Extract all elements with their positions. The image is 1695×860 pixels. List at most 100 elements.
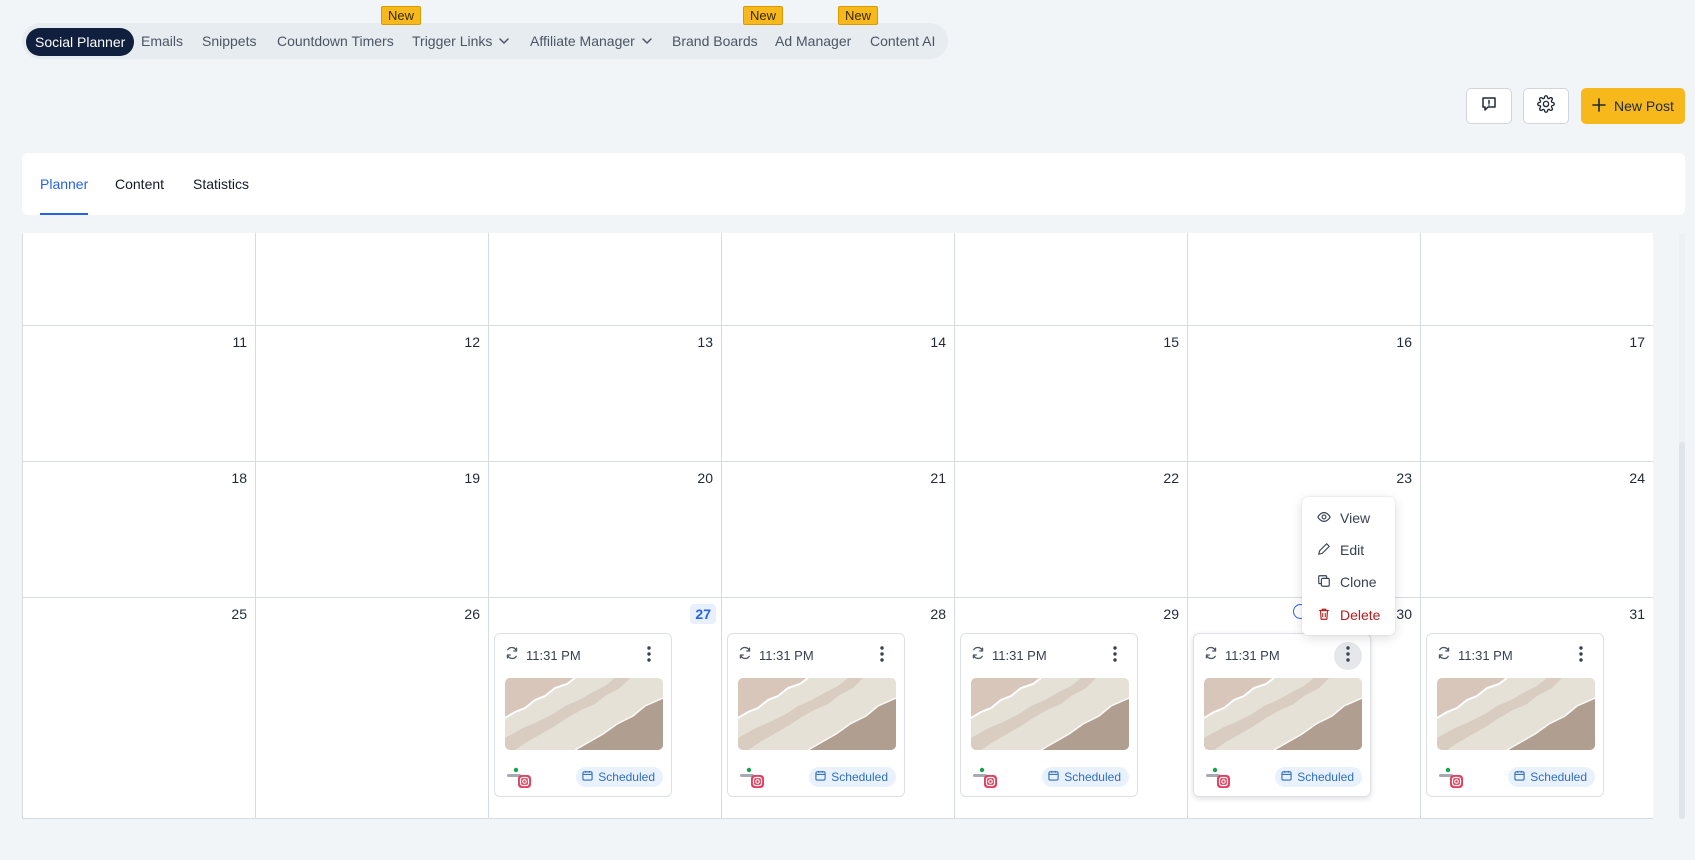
calendar-day-cell[interactable] xyxy=(722,233,955,325)
post-more-button[interactable] xyxy=(1334,642,1362,670)
day-number: 17 xyxy=(1629,334,1645,350)
recurring-icon xyxy=(1204,646,1218,665)
post-footer: Scheduled xyxy=(505,766,663,788)
status-badge: Scheduled xyxy=(1042,767,1129,787)
post-time: 11:31 PM xyxy=(759,648,814,663)
nav-affiliate-manager[interactable]: Affiliate Manager xyxy=(530,26,653,56)
nav-label: Ad Manager xyxy=(775,33,852,49)
calendar-day-cell[interactable]: 18 xyxy=(23,462,256,597)
tab-planner[interactable]: Planner xyxy=(40,153,89,215)
calendar-week: 18 19 20 21 22 23 24 xyxy=(23,462,1653,598)
post-card[interactable]: 11:31 PM Scheduled xyxy=(960,633,1138,797)
post-more-button[interactable] xyxy=(1567,642,1595,670)
post-card[interactable]: 11:31 PM Scheduled xyxy=(1426,633,1604,797)
day-number: 29 xyxy=(1163,606,1179,622)
more-vertical-icon xyxy=(880,645,884,667)
more-vertical-icon xyxy=(647,645,651,667)
calendar-day-cell[interactable]: 17 xyxy=(1421,326,1653,461)
menu-item-clone[interactable]: Clone xyxy=(1317,572,1377,592)
status-badge: Scheduled xyxy=(1275,767,1362,787)
calendar-day-cell[interactable]: 13 xyxy=(489,326,722,461)
nav-social-planner[interactable]: Social Planner xyxy=(26,28,135,56)
nav-countdown-timers[interactable]: Countdown Timers xyxy=(277,26,394,56)
calendar-day-cell[interactable] xyxy=(1188,233,1421,325)
status-label: Scheduled xyxy=(1530,770,1587,784)
calendar-day-cell[interactable] xyxy=(256,233,489,325)
post-card[interactable]: 11:31 PM Scheduled xyxy=(727,633,905,797)
day-number: 28 xyxy=(930,606,946,622)
calendar-clock-icon xyxy=(1281,770,1292,784)
day-number: 11 xyxy=(232,334,247,350)
calendar-day-cell[interactable]: 25 xyxy=(23,598,256,818)
calendar-day-cell[interactable]: 12 xyxy=(256,326,489,461)
account-avatar-instagram-icon xyxy=(971,766,1001,788)
calendar-day-cell[interactable] xyxy=(489,233,722,325)
app-module-nav: Social Planner Emails Snippets Countdown… xyxy=(22,23,948,59)
settings-button[interactable] xyxy=(1523,88,1569,124)
tab-label: Planner xyxy=(40,176,89,192)
calendar-day-cell[interactable] xyxy=(23,233,256,325)
calendar-scrollbar-thumb[interactable] xyxy=(1679,442,1685,819)
copy-icon xyxy=(1317,574,1331,591)
feedback-button[interactable] xyxy=(1466,88,1512,124)
calendar-day-cell[interactable]: 22 xyxy=(955,462,1188,597)
post-image-thumbnail[interactable] xyxy=(1204,678,1362,750)
post-more-button[interactable] xyxy=(635,642,663,670)
day-number: 15 xyxy=(1163,334,1179,350)
day-number: 16 xyxy=(1396,334,1412,350)
status-badge: Scheduled xyxy=(576,767,663,787)
calendar-day-cell[interactable]: 20 xyxy=(489,462,722,597)
post-image-thumbnail[interactable] xyxy=(1437,678,1595,750)
nav-label: Emails xyxy=(141,33,184,49)
day-number: 19 xyxy=(464,470,480,486)
recurring-icon xyxy=(1437,646,1451,665)
nav-emails[interactable]: Emails xyxy=(141,26,183,56)
post-card[interactable]: 11:31 PM Scheduled xyxy=(1193,633,1371,797)
tab-statistics[interactable]: Statistics xyxy=(193,153,249,215)
post-more-button[interactable] xyxy=(868,642,896,670)
new-post-button[interactable]: New Post xyxy=(1581,88,1685,124)
post-time: 11:31 PM xyxy=(526,648,581,663)
tab-label: Content xyxy=(115,176,165,192)
account-avatar-instagram-icon xyxy=(738,766,768,788)
menu-item-view[interactable]: View xyxy=(1317,508,1370,528)
post-more-button[interactable] xyxy=(1101,642,1129,670)
planner-tabs: Planner Content Statistics xyxy=(22,153,1685,215)
calendar-day-cell[interactable]: 19 xyxy=(256,462,489,597)
menu-item-edit[interactable]: Edit xyxy=(1317,540,1364,560)
calendar-day-cell[interactable]: 24 xyxy=(1421,462,1653,597)
post-footer: Scheduled xyxy=(738,766,896,788)
day-number: 18 xyxy=(231,470,247,486)
calendar-day-cell[interactable]: 15 xyxy=(955,326,1188,461)
nav-ad-manager[interactable]: Ad Manager xyxy=(775,26,851,56)
nav-brand-boards[interactable]: Brand Boards xyxy=(672,26,758,56)
recurring-icon xyxy=(971,646,985,665)
post-card[interactable]: 11:31 PM Scheduled xyxy=(494,633,672,797)
calendar-day-cell[interactable] xyxy=(955,233,1188,325)
post-image-thumbnail[interactable] xyxy=(505,678,663,750)
calendar-day-cell[interactable]: 16 xyxy=(1188,326,1421,461)
nav-snippets[interactable]: Snippets xyxy=(202,26,256,56)
calendar-week xyxy=(23,233,1653,326)
pencil-icon xyxy=(1317,542,1331,559)
calendar-day-cell[interactable]: 11 xyxy=(23,326,256,461)
nav-label: Social Planner xyxy=(35,34,126,50)
nav-content-ai[interactable]: Content AI xyxy=(870,26,935,56)
tab-content[interactable]: Content xyxy=(115,153,164,215)
more-vertical-icon xyxy=(1113,645,1117,667)
calendar-day-cell[interactable]: 21 xyxy=(722,462,955,597)
nav-label: Snippets xyxy=(202,33,257,49)
day-number: 20 xyxy=(697,470,713,486)
menu-item-delete[interactable]: Delete xyxy=(1317,605,1380,625)
post-image-thumbnail[interactable] xyxy=(738,678,896,750)
tab-label: Statistics xyxy=(193,176,250,192)
calendar-day-cell[interactable] xyxy=(1421,233,1653,325)
post-image-thumbnail[interactable] xyxy=(971,678,1129,750)
calendar-day-cell[interactable]: 14 xyxy=(722,326,955,461)
post-time: 11:31 PM xyxy=(1458,648,1513,663)
nav-trigger-links[interactable]: Trigger Links xyxy=(412,26,510,56)
status-label: Scheduled xyxy=(1064,770,1121,784)
gear-icon xyxy=(1537,94,1555,118)
calendar-day-cell[interactable]: 26 xyxy=(256,598,489,818)
menu-item-label: Delete xyxy=(1340,607,1381,623)
